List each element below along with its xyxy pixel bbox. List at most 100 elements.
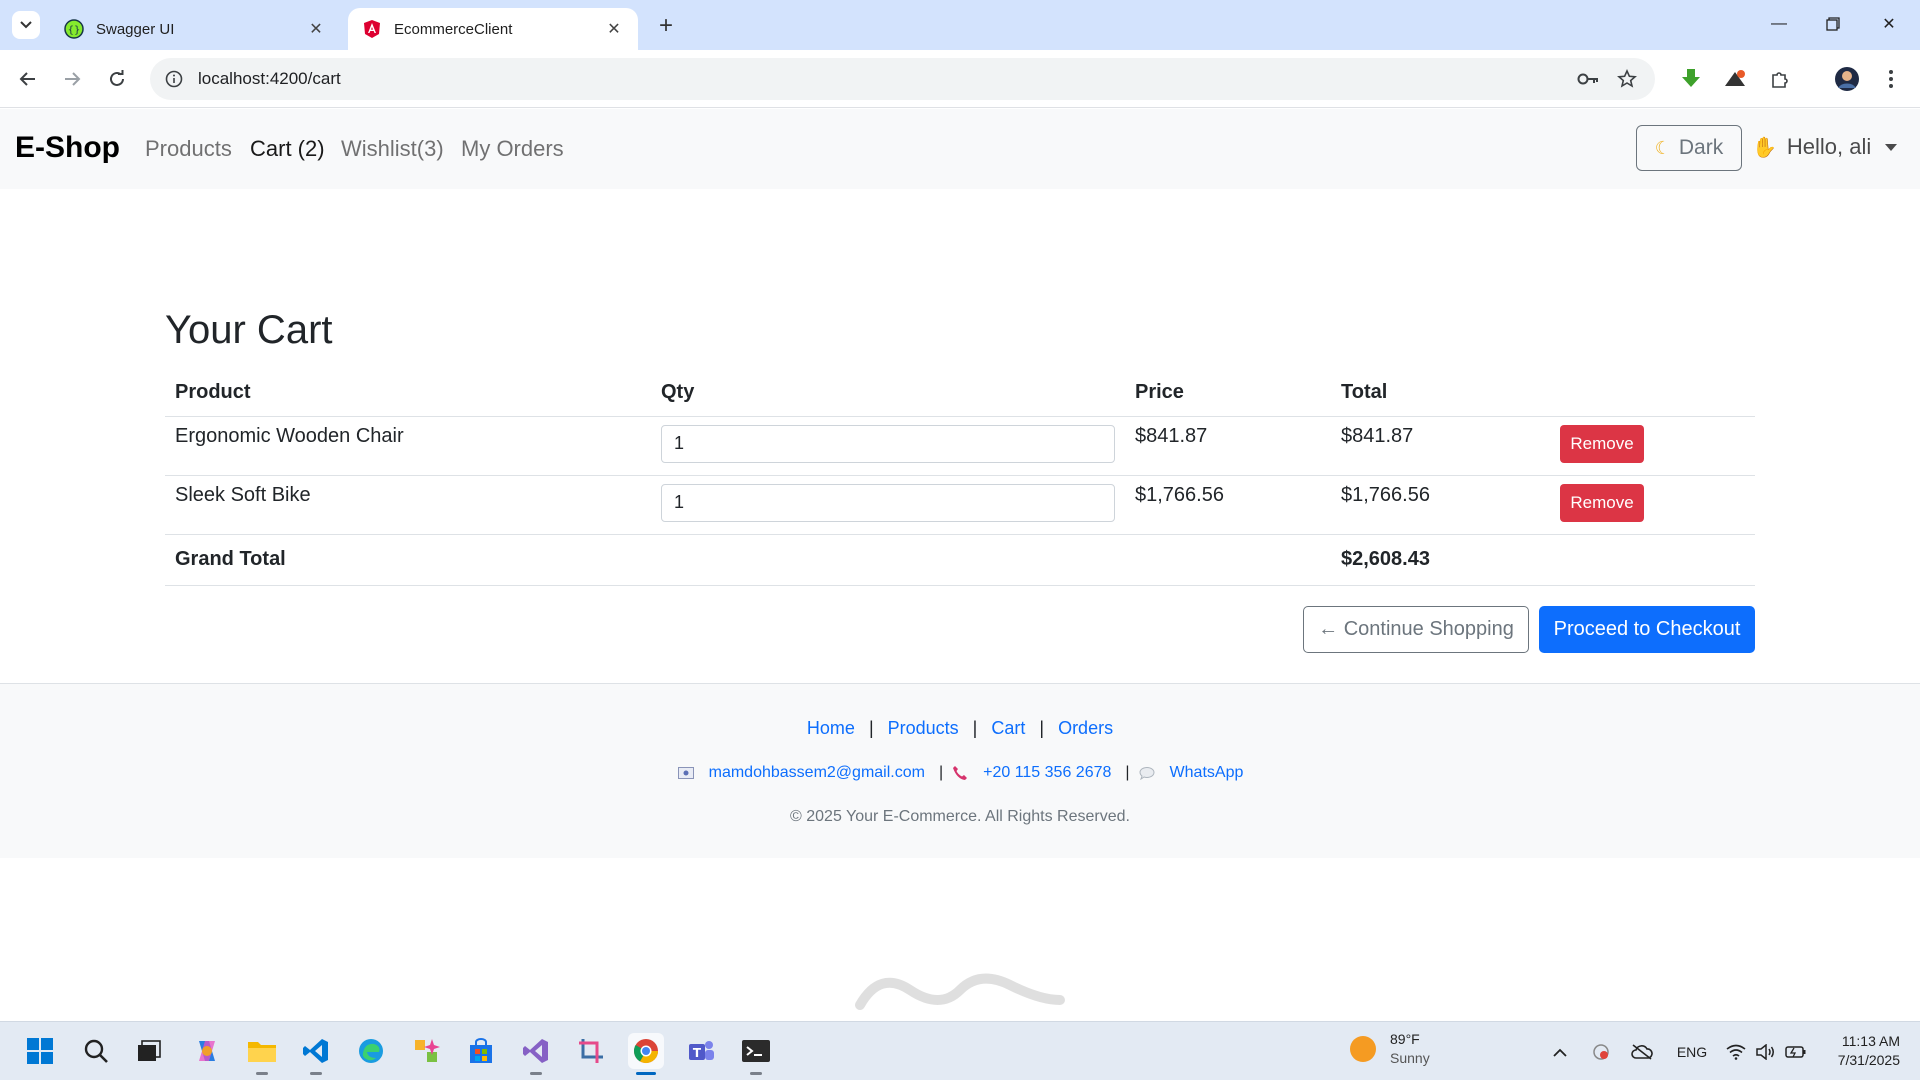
- address-bar[interactable]: localhost:4200/cart: [150, 58, 1655, 100]
- password-key-icon[interactable]: [1573, 64, 1603, 94]
- tab-ecommerce[interactable]: EcommerceClient ✕: [348, 8, 638, 50]
- security-shield-icon: [1593, 1044, 1609, 1060]
- speaker-icon: [1756, 1044, 1774, 1060]
- reload-icon: [110, 70, 124, 86]
- copilot-icon: [199, 1041, 215, 1061]
- nav-link-cart[interactable]: Cart (2): [250, 136, 325, 162]
- qty-input[interactable]: [661, 424, 1115, 463]
- separator: |: [868, 718, 874, 738]
- extension-icon[interactable]: [1718, 62, 1752, 96]
- onedrive-status[interactable]: [1628, 1040, 1656, 1064]
- folder-icon: [248, 1042, 276, 1062]
- footer-whatsapp-link[interactable]: WhatsApp: [1170, 764, 1244, 782]
- edge-app[interactable]: [353, 1033, 389, 1069]
- chevron-up-icon: [1553, 1048, 1567, 1057]
- swagger-icon: {}: [64, 19, 84, 39]
- copilot-app[interactable]: [189, 1033, 225, 1069]
- brand-logo[interactable]: E-Shop: [15, 131, 120, 165]
- nav-link-my-orders[interactable]: My Orders: [461, 136, 564, 162]
- edge-icon: [359, 1039, 383, 1063]
- footer-email-link[interactable]: mamdohbassem2@gmail.com: [709, 764, 925, 782]
- remove-button[interactable]: Remove: [1560, 483, 1644, 522]
- volume-control[interactable]: [1752, 1040, 1780, 1064]
- qty-cell: [651, 475, 1125, 535]
- store-icon: [470, 1038, 492, 1063]
- start-button[interactable]: [22, 1033, 58, 1069]
- waving-hand-icon: ✋: [1752, 136, 1777, 159]
- remove-button[interactable]: Remove: [1560, 424, 1644, 463]
- arrow-right-icon: [65, 72, 81, 86]
- file-explorer-app[interactable]: [244, 1033, 280, 1075]
- grand-total-value: $2,608.43: [1331, 534, 1550, 586]
- minimize-button[interactable]: —: [1756, 8, 1802, 40]
- caret-down-icon: [1885, 143, 1898, 151]
- close-icon[interactable]: ✕: [306, 19, 326, 39]
- download-extension-icon[interactable]: [1674, 62, 1708, 96]
- tab-swagger[interactable]: {} Swagger UI ✕: [50, 8, 340, 50]
- forward-button[interactable]: [57, 64, 87, 94]
- app-navbar: E-Shop Products Cart (2) Wishlist(3) My …: [0, 109, 1920, 189]
- checkout-button[interactable]: Proceed to Checkout: [1539, 606, 1755, 653]
- back-button[interactable]: [13, 64, 43, 94]
- nav-link-products[interactable]: Products: [145, 136, 232, 162]
- tab-search-button[interactable]: [12, 11, 40, 39]
- footer-contact: mamdohbassem2@gmail.com | +20 115 356 26…: [0, 764, 1920, 782]
- footer-link-orders[interactable]: Orders: [1058, 718, 1113, 739]
- footer-phone-link[interactable]: +20 115 356 2678: [983, 764, 1111, 782]
- system-clock[interactable]: 11:13 AM 7/31/2025: [1820, 1032, 1900, 1070]
- teams-app[interactable]: T: [683, 1033, 719, 1069]
- microsoft-store-app[interactable]: [463, 1033, 499, 1069]
- visual-studio-app[interactable]: [518, 1033, 554, 1075]
- chrome-app[interactable]: [628, 1033, 664, 1075]
- extensions-puzzle-icon[interactable]: [1763, 62, 1797, 96]
- reload-button[interactable]: [102, 64, 132, 94]
- nav-link-wishlist[interactable]: Wishlist(3): [341, 136, 444, 162]
- battery-status[interactable]: [1782, 1040, 1810, 1064]
- price-cell: $1,766.56: [1125, 475, 1331, 535]
- site-info-icon[interactable]: [164, 69, 184, 89]
- qty-input[interactable]: [661, 483, 1115, 522]
- footer-link-products[interactable]: Products: [888, 718, 959, 739]
- moon-icon: ☾: [1654, 137, 1671, 158]
- snipping-icon: [579, 1039, 603, 1063]
- qty-cell: [651, 416, 1125, 476]
- more-menu-icon[interactable]: [1874, 62, 1908, 96]
- window-close-button[interactable]: ✕: [1866, 8, 1912, 40]
- task-view-button[interactable]: [131, 1033, 167, 1069]
- profile-avatar-icon[interactable]: [1830, 62, 1864, 96]
- tray-app-icon[interactable]: [1588, 1040, 1614, 1064]
- separator: |: [1039, 718, 1045, 738]
- show-hidden-icons-button[interactable]: [1548, 1040, 1572, 1064]
- arrow-left-icon: [19, 72, 35, 86]
- wifi-status[interactable]: [1722, 1040, 1750, 1064]
- teams-icon: T: [689, 1041, 714, 1060]
- cloud-offline-icon: [1631, 1044, 1653, 1060]
- terminal-app[interactable]: [738, 1033, 774, 1075]
- dark-mode-button[interactable]: ☾ Dark: [1636, 125, 1742, 171]
- search-button[interactable]: [78, 1033, 114, 1069]
- snipping-tool-app[interactable]: [573, 1033, 609, 1069]
- sun-icon: [1350, 1036, 1376, 1062]
- footer-link-home[interactable]: Home: [807, 718, 855, 739]
- product-name: Ergonomic Wooden Chair: [165, 416, 651, 476]
- weather-widget[interactable]: 89°F Sunny: [1350, 1030, 1430, 1068]
- restore-button[interactable]: [1810, 8, 1856, 40]
- column-header-qty: Qty: [651, 370, 1125, 417]
- app-launcher[interactable]: [408, 1033, 444, 1069]
- close-icon[interactable]: ✕: [604, 19, 624, 39]
- language-indicator[interactable]: ENG: [1672, 1040, 1712, 1064]
- continue-shopping-button[interactable]: ← Continue Shopping: [1303, 606, 1529, 653]
- dark-mode-label: Dark: [1678, 136, 1724, 159]
- price-cell: $841.87: [1125, 416, 1331, 476]
- table-header-row: Product Qty Price Total: [165, 370, 1755, 417]
- vscode-app[interactable]: [298, 1033, 334, 1075]
- browser-toolbar: localhost:4200/cart: [0, 50, 1920, 108]
- new-tab-button[interactable]: +: [652, 12, 680, 40]
- footer-link-cart[interactable]: Cart: [991, 718, 1025, 739]
- user-menu-dropdown[interactable]: ✋ Hello, ali: [1752, 134, 1898, 160]
- user-greeting: Hello, ali: [1786, 134, 1872, 159]
- grand-total-row: Grand Total $2,608.43: [165, 534, 1755, 586]
- bookmark-star-icon[interactable]: [1612, 64, 1642, 94]
- total-cell: $841.87: [1331, 416, 1550, 476]
- restore-icon: [1826, 17, 1840, 31]
